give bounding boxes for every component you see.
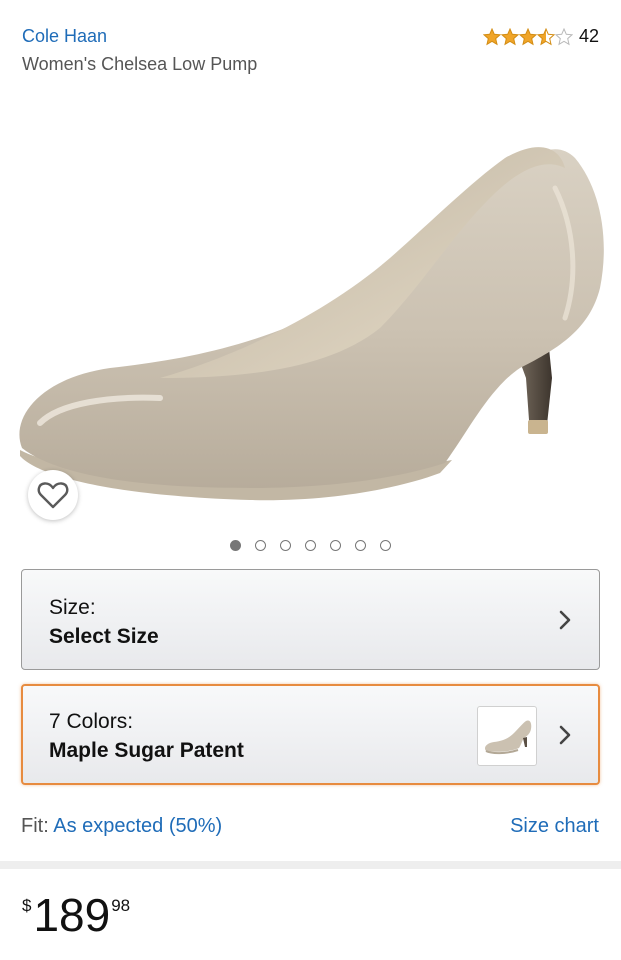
- price-whole: 189: [33, 889, 111, 941]
- fit-row: Fit: As expected (50%): [21, 815, 222, 838]
- product-image[interactable]: [0, 78, 621, 533]
- chevron-right-icon: [559, 610, 571, 630]
- rating[interactable]: 42: [482, 26, 599, 47]
- star-icon: [518, 27, 537, 45]
- pagination-dot[interactable]: [380, 540, 391, 551]
- price-currency: $: [22, 896, 32, 915]
- color-label: 7 Colors:: [49, 710, 134, 733]
- color-selector[interactable]: 7 Colors: Maple Sugar Patent: [21, 684, 600, 785]
- star-icon: [554, 27, 573, 45]
- color-swatch-thumbnail: [477, 706, 537, 766]
- pagination-dot[interactable]: [305, 540, 316, 551]
- section-divider: [0, 861, 621, 869]
- size-selector[interactable]: Size: Select Size: [21, 569, 600, 670]
- price: $ 189 98: [22, 890, 130, 940]
- pagination-dot[interactable]: [330, 540, 341, 551]
- chevron-right-icon: [559, 725, 571, 745]
- fit-label: Fit:: [21, 815, 49, 837]
- color-value: Maple Sugar Patent: [49, 739, 244, 762]
- pagination-dot[interactable]: [280, 540, 291, 551]
- size-chart-link[interactable]: Size chart: [510, 815, 599, 838]
- fit-value-link[interactable]: As expected (50%): [53, 815, 222, 837]
- star-icon: [482, 27, 501, 45]
- star-icon: [500, 27, 519, 45]
- image-pagination: [0, 540, 621, 551]
- size-label: Size:: [49, 596, 96, 619]
- heart-outline-icon: [37, 482, 69, 509]
- pagination-dot[interactable]: [230, 540, 241, 551]
- star-rating: [482, 27, 573, 46]
- price-fraction: 98: [111, 896, 131, 915]
- rating-count: 42: [578, 26, 599, 46]
- product-title: Women's Chelsea Low Pump: [22, 54, 258, 74]
- pagination-dot[interactable]: [255, 540, 266, 551]
- wishlist-button[interactable]: [28, 470, 78, 520]
- pagination-dot[interactable]: [355, 540, 366, 551]
- brand-link[interactable]: Cole Haan: [22, 26, 107, 47]
- star-icon: [536, 27, 555, 45]
- size-value: Select Size: [49, 625, 159, 648]
